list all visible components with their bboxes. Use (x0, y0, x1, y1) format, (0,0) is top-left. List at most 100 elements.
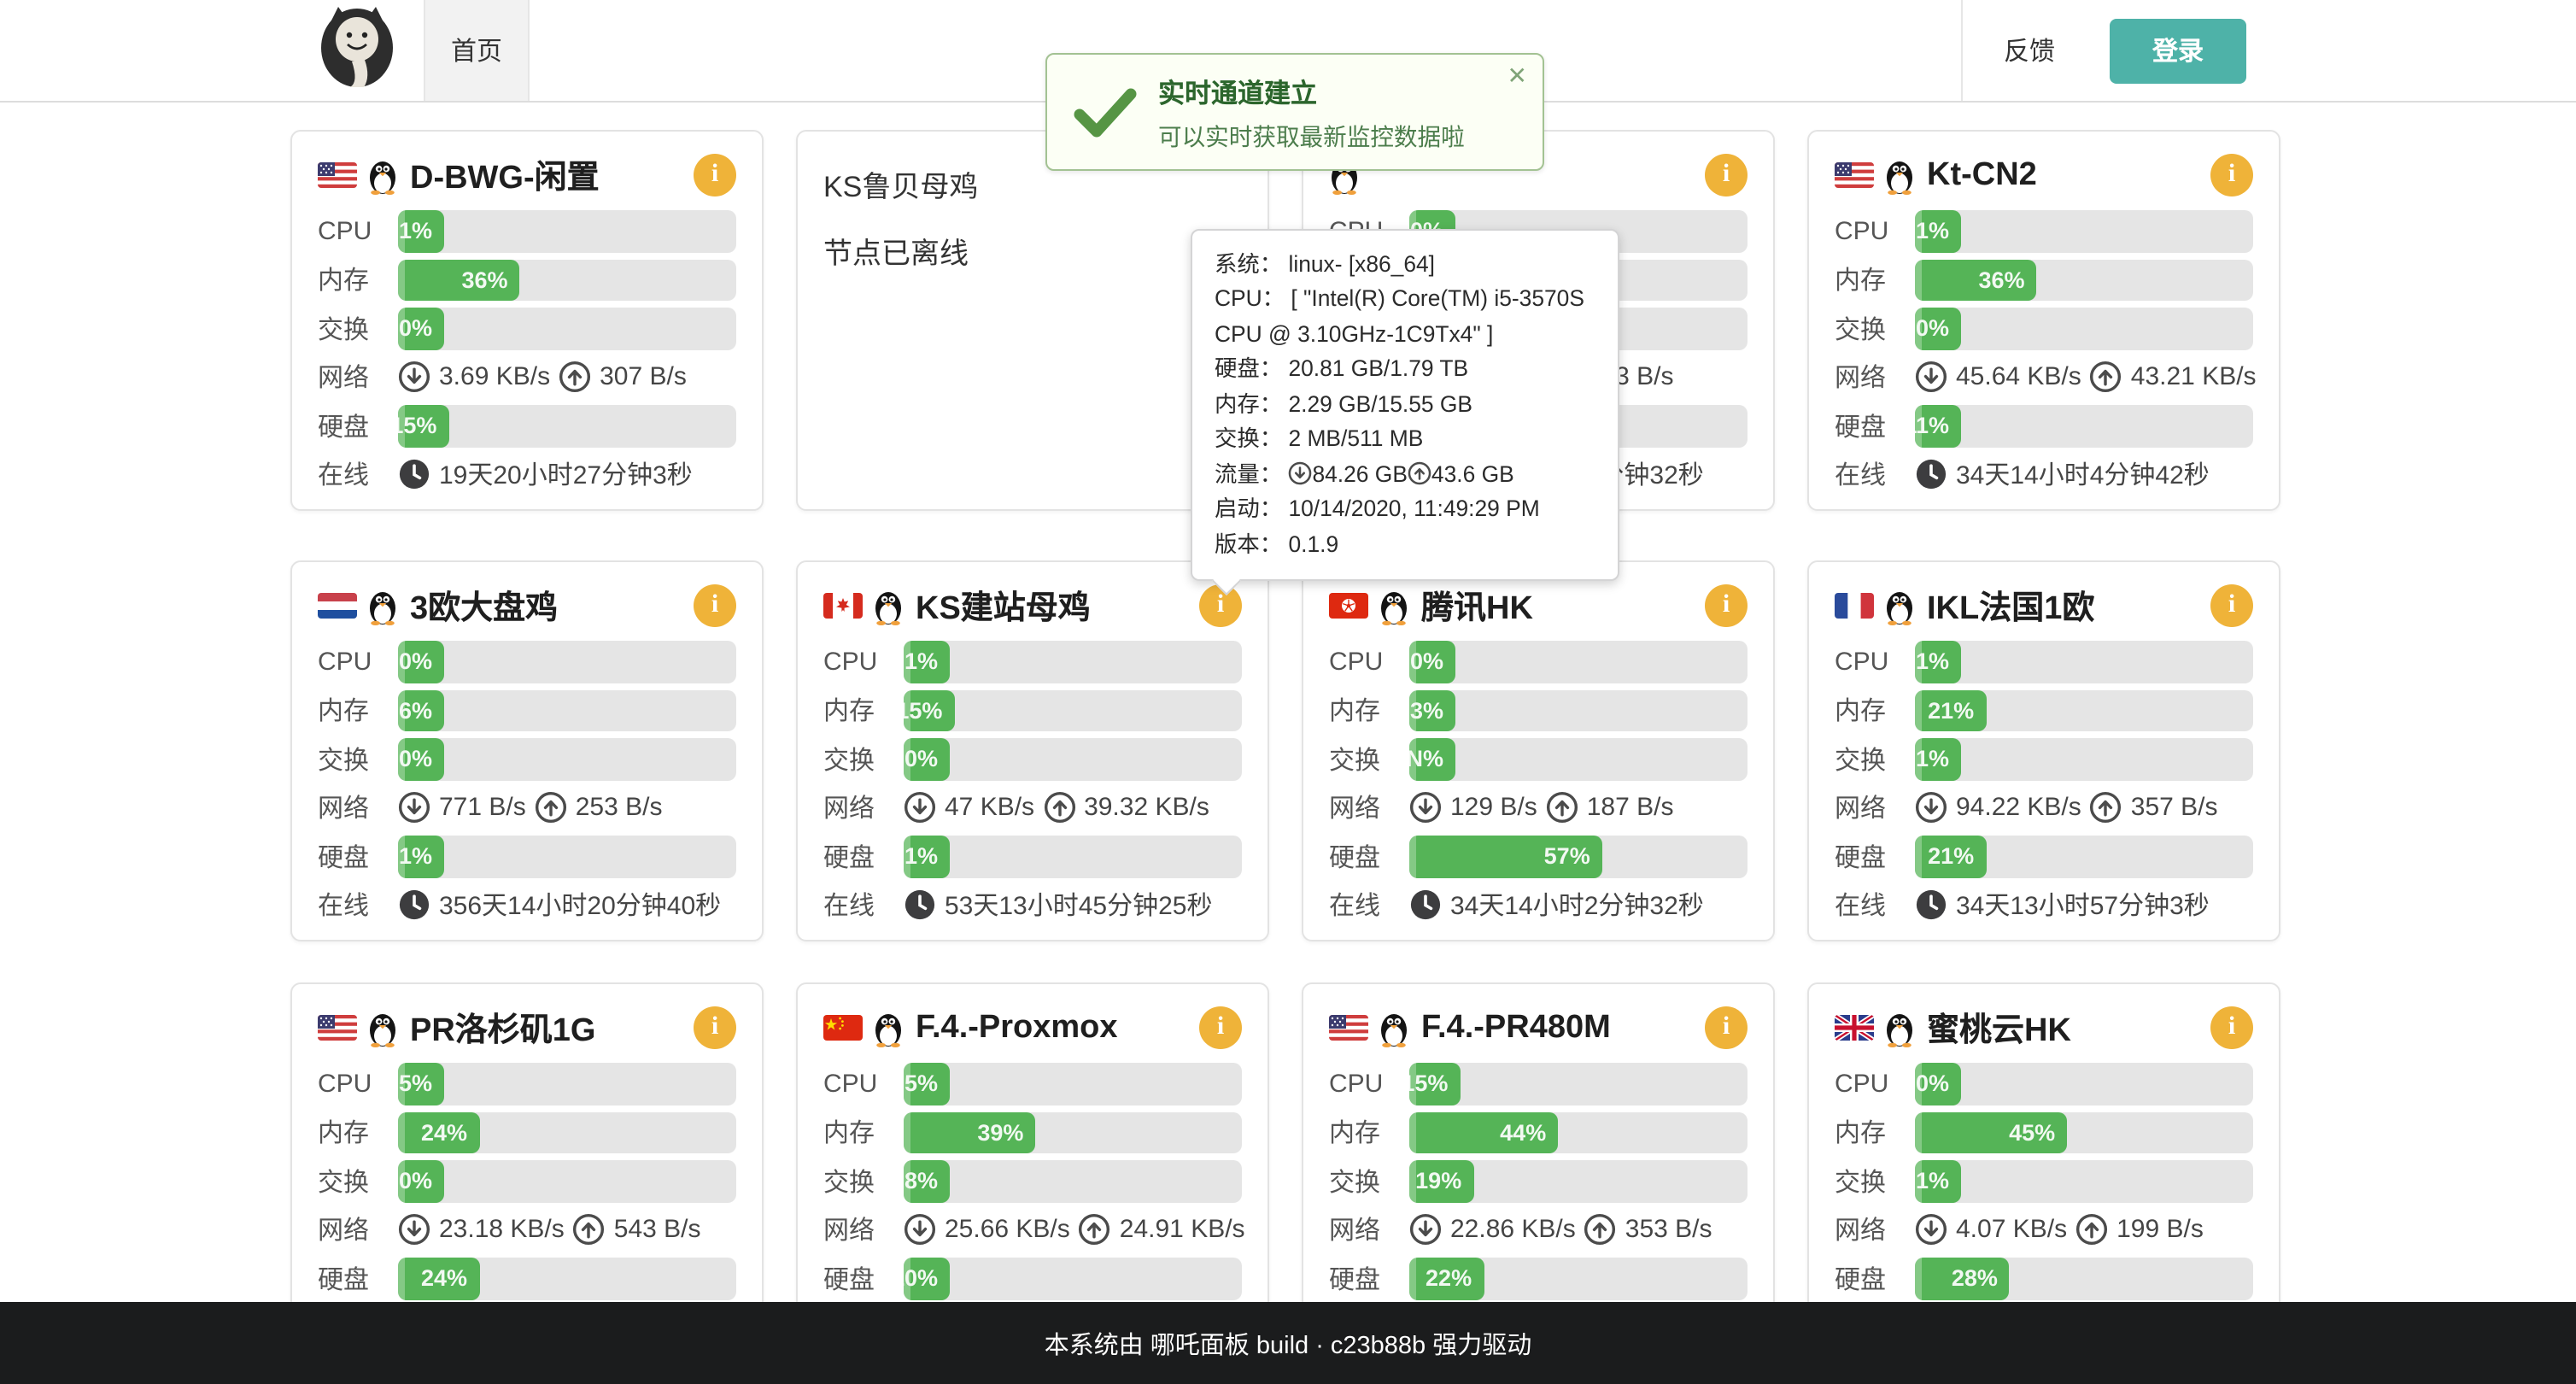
close-icon[interactable]: ✕ (1508, 63, 1527, 87)
stat-label: 交换 (1835, 742, 1915, 777)
stat-row-swap: 交换0% (318, 308, 736, 349)
cpu-percent: 0% (1410, 649, 1443, 675)
info-icon[interactable]: i (1705, 1006, 1748, 1049)
info-icon[interactable]: i (694, 154, 736, 196)
stat-row-cpu: CPU1% (1835, 210, 2253, 252)
disk-progress-bar: 15% (398, 405, 736, 447)
stat-row-cpu: CPU0% (1329, 641, 1748, 683)
uptime-value: 34天14小时2分钟32秒 (1450, 888, 1704, 924)
stat-row-mem: 内存24% (318, 1111, 736, 1153)
swap-percent: 19% (1415, 1169, 1461, 1194)
stat-row-swap: 交换19% (1329, 1160, 1748, 1202)
disk-progress-bar: 1% (398, 836, 736, 877)
info-icon[interactable]: i (694, 1006, 736, 1049)
stat-row-disk: 硬盘1% (823, 836, 1242, 877)
tooltip-value: 2 MB/511 MB (1288, 426, 1423, 452)
download-arrow-icon (904, 1214, 936, 1246)
stat-row-swap: 交换1% (1835, 738, 2253, 780)
stat-row-net: 网络94.22 KB/s357 B/s (1835, 787, 2253, 829)
info-icon[interactable]: i (1705, 584, 1748, 627)
download-arrow-icon (1288, 460, 1312, 484)
linux-tux-icon (1379, 1009, 1409, 1047)
download-arrow-icon (1409, 1214, 1442, 1246)
cpu-percent: 1% (905, 649, 938, 675)
swap-progress-bar: 0% (398, 308, 736, 349)
stat-label: CPU (1329, 1070, 1409, 1099)
disk-progress-bar: 1% (904, 836, 1242, 877)
mem-percent: 21% (1928, 698, 1974, 724)
server-name: IKL法国1欧 (1927, 583, 2094, 629)
flag-icon-nl (318, 593, 357, 619)
stat-row-disk: 硬盘1% (318, 836, 736, 877)
upload-arrow-icon (2090, 792, 2122, 824)
info-icon[interactable]: i (1705, 154, 1748, 196)
offline-message: 节点已离线 (823, 229, 1242, 272)
info-icon[interactable]: i (694, 584, 736, 627)
disk-percent: 22% (1426, 1266, 1472, 1292)
footer-text: 本系统由 哪吒面板 build · c23b88b 强力驱动 (1045, 1325, 1532, 1361)
disk-progress-bar: 24% (398, 1258, 736, 1299)
tooltip-row: 系统： linux- [x86_64] (1215, 248, 1595, 283)
server-name: KS建站母鸡 (916, 583, 1091, 629)
net-value: 22.86 KB/s353 B/s (1409, 1214, 1712, 1246)
tooltip-value: 0.1.9 (1288, 531, 1338, 556)
upload-arrow-icon (573, 1214, 606, 1246)
stat-label: 在线 (318, 888, 398, 924)
net-value: 47 KB/s39.32 KB/s (904, 792, 1209, 824)
stat-label: 网络 (318, 360, 398, 396)
stat-row-net: 网络771 B/s253 B/s (318, 787, 736, 829)
info-icon[interactable]: i (1199, 584, 1242, 627)
swap-percent: 0% (1916, 316, 1949, 342)
flag-icon-us (318, 1015, 357, 1041)
download-arrow-icon (1915, 361, 1947, 394)
flag-icon-cn (823, 1015, 863, 1041)
tooltip-value: 10/14/2020, 11:49:29 PM (1288, 496, 1539, 521)
stat-row-mem: 内存15% (823, 689, 1242, 731)
info-icon[interactable]: i (2210, 1006, 2253, 1049)
tooltip-row: 交换： 2 MB/511 MB (1215, 423, 1595, 458)
tab-home[interactable]: 首页 (424, 0, 530, 101)
stat-label: CPU (1329, 648, 1409, 677)
disk-progress-bar: 28% (1915, 1258, 2253, 1299)
upload-arrow-icon (1043, 792, 1075, 824)
server-card: IKL法国1欧iCPU1%内存21%交换1%网络94.22 KB/s357 B/… (1807, 560, 2280, 941)
info-icon[interactable]: i (2210, 584, 2253, 627)
flag-icon-fr (1835, 593, 1874, 619)
login-button[interactable]: 登录 (2110, 18, 2246, 83)
disk-percent: 10% (904, 1266, 938, 1292)
tooltip-row: 流量： 84.26 GB43.6 GB (1215, 457, 1595, 492)
tooltip-row: CPU： [ "Intel(R) Core(TM) i5-3570S CPU @… (1215, 283, 1595, 353)
linux-tux-icon (367, 1009, 398, 1047)
card-head: F.4.-PR480Mi (1329, 1005, 1748, 1051)
info-icon[interactable]: i (1199, 1006, 1242, 1049)
stat-label: 网络 (823, 1212, 904, 1248)
nezha-dashboard: 首页 反馈 登录 D-BWG-闲置iCPU1%内存36%交换0%网络3.69 K… (0, 0, 2576, 1384)
server-name: F.4.-Proxmox (916, 1009, 1118, 1047)
card-head: Kt-CN2i (1835, 152, 2253, 198)
stat-row-cpu: CPU1% (318, 210, 736, 252)
stat-label: 内存 (1835, 693, 1915, 729)
stat-row-disk: 硬盘 22% (1329, 1258, 1748, 1299)
stat-label: 内存 (1835, 262, 1915, 298)
footer: 本系统由 哪吒面板 build · c23b88b 强力驱动 (0, 1302, 2576, 1384)
cpu-percent: 15% (1409, 1071, 1448, 1097)
stat-label: 内存 (823, 1115, 904, 1151)
mem-progress-bar: 36% (1915, 259, 2253, 301)
stat-label: 硬盘 (1329, 1261, 1409, 1297)
stat-label: 网络 (318, 1212, 398, 1248)
stat-label: 网络 (1835, 360, 1915, 396)
swap-percent: 0% (399, 1169, 432, 1194)
linux-tux-icon (1884, 156, 1915, 194)
feedback-link[interactable]: 反馈 (1961, 0, 2096, 101)
net-down-value: 22.86 KB/s (1450, 1216, 1576, 1245)
stat-label: 硬盘 (823, 839, 904, 875)
mem-progress-bar: 39% (904, 1111, 1242, 1153)
download-arrow-icon (1409, 792, 1442, 824)
clock-icon (1915, 889, 1947, 922)
stat-row-disk: 硬盘57% (1329, 836, 1748, 877)
swap-progress-bar: 0% (398, 738, 736, 780)
site-logo[interactable] (290, 0, 424, 101)
net-up-value: 187 B/s (1587, 794, 1674, 823)
info-icon[interactable]: i (2210, 154, 2253, 196)
stat-row-swap: 交换8% (823, 1160, 1242, 1202)
